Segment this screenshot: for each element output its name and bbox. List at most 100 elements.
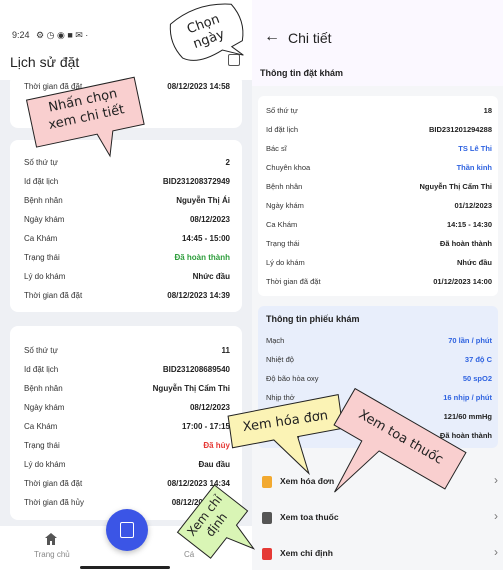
row-value: 08/12/2023 14:58: [167, 82, 230, 91]
row-label: Trạng thái: [266, 239, 300, 248]
row-label: Lý do khám: [24, 272, 66, 281]
detail-row: Bệnh nhân Nguyễn Thị Ái: [24, 192, 230, 210]
row-value: Đã hoàn thành: [174, 253, 230, 262]
back-arrow-icon[interactable]: ←: [264, 28, 280, 46]
row-label: Trạng thái: [24, 253, 60, 262]
row-label: Ca Khám: [24, 234, 58, 243]
row-value: Nhức đầu: [192, 272, 230, 281]
row-value: 11: [221, 346, 230, 355]
detail-row: Lý do khám Nhức đầu: [24, 268, 230, 286]
row-label: Số thứ tự: [24, 346, 58, 355]
detail-row: Ca Khám 17:00 - 17:15: [24, 418, 230, 436]
action-label: Xem toa thuốc: [280, 512, 339, 522]
row-label: Bệnh nhân: [24, 196, 63, 205]
row-value: 08/12/2023: [189, 215, 230, 224]
booking-fab-button[interactable]: [106, 509, 148, 551]
row-label: Số thứ tự: [266, 106, 298, 115]
home-icon[interactable]: [44, 532, 58, 546]
row-value: BID231201294288: [429, 125, 492, 134]
row-label: Ca Khám: [266, 220, 298, 229]
row-value: 50 spO2: [462, 374, 492, 383]
row-label: Id đặt lịch: [24, 177, 59, 186]
row-label: Thời gian đã đặt: [24, 291, 83, 300]
row-value: 70 lần / phút: [448, 336, 492, 345]
row-label: Bệnh nhân: [24, 384, 63, 393]
row-value: 01/12/2023: [454, 201, 492, 210]
row-value: 37 độ C: [464, 355, 492, 364]
row-value: 14:45 - 15:00: [181, 234, 230, 243]
detail-row: Chuyên khoa Thần kinh: [266, 159, 492, 177]
row-label: Ca Khám: [24, 422, 58, 431]
detail-row: Ngày khám 01/12/2023: [266, 197, 492, 215]
chevron-right-icon: ›: [494, 509, 498, 523]
detail-row: Ca Khám 14:15 - 14:30: [266, 216, 492, 234]
booking-info-card: Số thứ tự 18 Id đặt lịch BID231201294288 Bác…: [258, 96, 498, 296]
detail-row: Bệnh nhân Nguyễn Thị Cẩm Thi: [266, 178, 492, 196]
order-icon: [262, 548, 272, 560]
row-label: Thời gian đã đặt: [24, 479, 83, 488]
row-value: 16 nhịp / phút: [443, 393, 492, 402]
row-label: Ngày khám: [24, 403, 65, 412]
row-label: Độ bão hòa oxy: [266, 374, 319, 383]
page-title: Chi tiết: [288, 30, 332, 46]
row-value: TS Lê Thi: [458, 144, 492, 153]
clipboard-icon: [120, 522, 134, 538]
detail-row: Ngày khám 08/12/2023: [24, 211, 230, 229]
row-label: Thời gian đã hủy: [24, 498, 84, 507]
row-value: 14:15 - 14:30: [446, 220, 492, 229]
row-label: Nhiệt độ: [266, 355, 294, 364]
row-label: Id đặt lịch: [24, 365, 59, 374]
action-order[interactable]: Xem chỉ định ›: [258, 538, 498, 570]
detail-row: Lý do khám Nhức đầu: [266, 254, 492, 272]
row-label: Mạch: [266, 336, 285, 345]
detail-row: Bác sĩ TS Lê Thi: [266, 140, 492, 158]
detail-row: Trạng thái Đã hoàn thành: [24, 249, 230, 267]
chevron-right-icon: ›: [494, 545, 498, 559]
row-value: 08/12/2023 14:39: [167, 291, 230, 300]
row-value: Nguyễn Thị Cẩm Thi: [152, 384, 230, 393]
row-value: Nhức đầu: [456, 258, 492, 267]
chevron-right-icon: ›: [494, 473, 498, 487]
detail-row: Id đặt lịch BID231208372949: [24, 173, 230, 191]
row-label: Thời gian đã đặt: [266, 277, 321, 286]
booking-info-title: Thông tin đặt khám: [260, 68, 343, 78]
row-value: 121/60 mmHg: [443, 412, 492, 421]
row-label: Bệnh nhân: [266, 182, 303, 191]
detail-row: Id đặt lịch BID231208689540: [24, 361, 230, 379]
row-label: Ngày khám: [266, 201, 304, 210]
detail-row: Nhiệt độ 37 độ C: [266, 351, 492, 369]
status-icons: ⚙ ◷ ◉ ■ ✉ ·: [36, 30, 89, 40]
detail-row: Trạng thái Đã hoàn thành: [266, 235, 492, 253]
detail-row: Số thứ tự 11: [24, 342, 230, 360]
row-label: Chuyên khoa: [266, 163, 311, 172]
row-value: 01/12/2023 14:00: [433, 277, 492, 286]
row-label: Lý do khám: [24, 460, 66, 469]
row-value: BID231208372949: [162, 177, 230, 186]
row-value: 18: [483, 106, 492, 115]
row-label: Id đặt lịch: [266, 125, 299, 134]
row-value: 2: [225, 158, 230, 167]
row-label: Ngày khám: [24, 215, 65, 224]
row-value: Nguyễn Thị Ái: [176, 196, 230, 205]
nav-home-label[interactable]: Trang chủ: [34, 550, 70, 559]
row-value: Đã hủy: [203, 441, 230, 450]
exam-info-title: Thông tin phiếu khám: [266, 314, 360, 324]
row-value: 17:00 - 17:15: [181, 422, 230, 431]
action-label: Xem chỉ định: [280, 548, 333, 558]
detail-row: Ngày khám 08/12/2023: [24, 399, 230, 417]
row-label: Trạng thái: [24, 441, 60, 450]
home-indicator: [80, 566, 170, 569]
detail-row: Ca Khám 14:45 - 15:00: [24, 230, 230, 248]
row-label: Lý do khám: [266, 258, 305, 267]
detail-row: Lý do khám Đau đầu: [24, 456, 230, 474]
detail-row: Bệnh nhân Nguyễn Thị Cẩm Thi: [24, 380, 230, 398]
detail-row: Id đặt lịch BID231201294288: [266, 121, 492, 139]
row-value: Thần kinh: [456, 163, 492, 172]
detail-row: Thời gian đã đặt 08/12/2023 14:39: [24, 287, 230, 305]
detail-row: Thời gian đã đặt 01/12/2023 14:00: [266, 273, 492, 291]
detail-row: Độ bão hòa oxy 50 spO2: [266, 370, 492, 388]
row-label: Bác sĩ: [266, 144, 287, 153]
row-value: Nguyễn Thị Cẩm Thi: [419, 182, 492, 191]
row-value: Đau đầu: [198, 460, 230, 469]
detail-row: Số thứ tự 18: [266, 102, 492, 120]
